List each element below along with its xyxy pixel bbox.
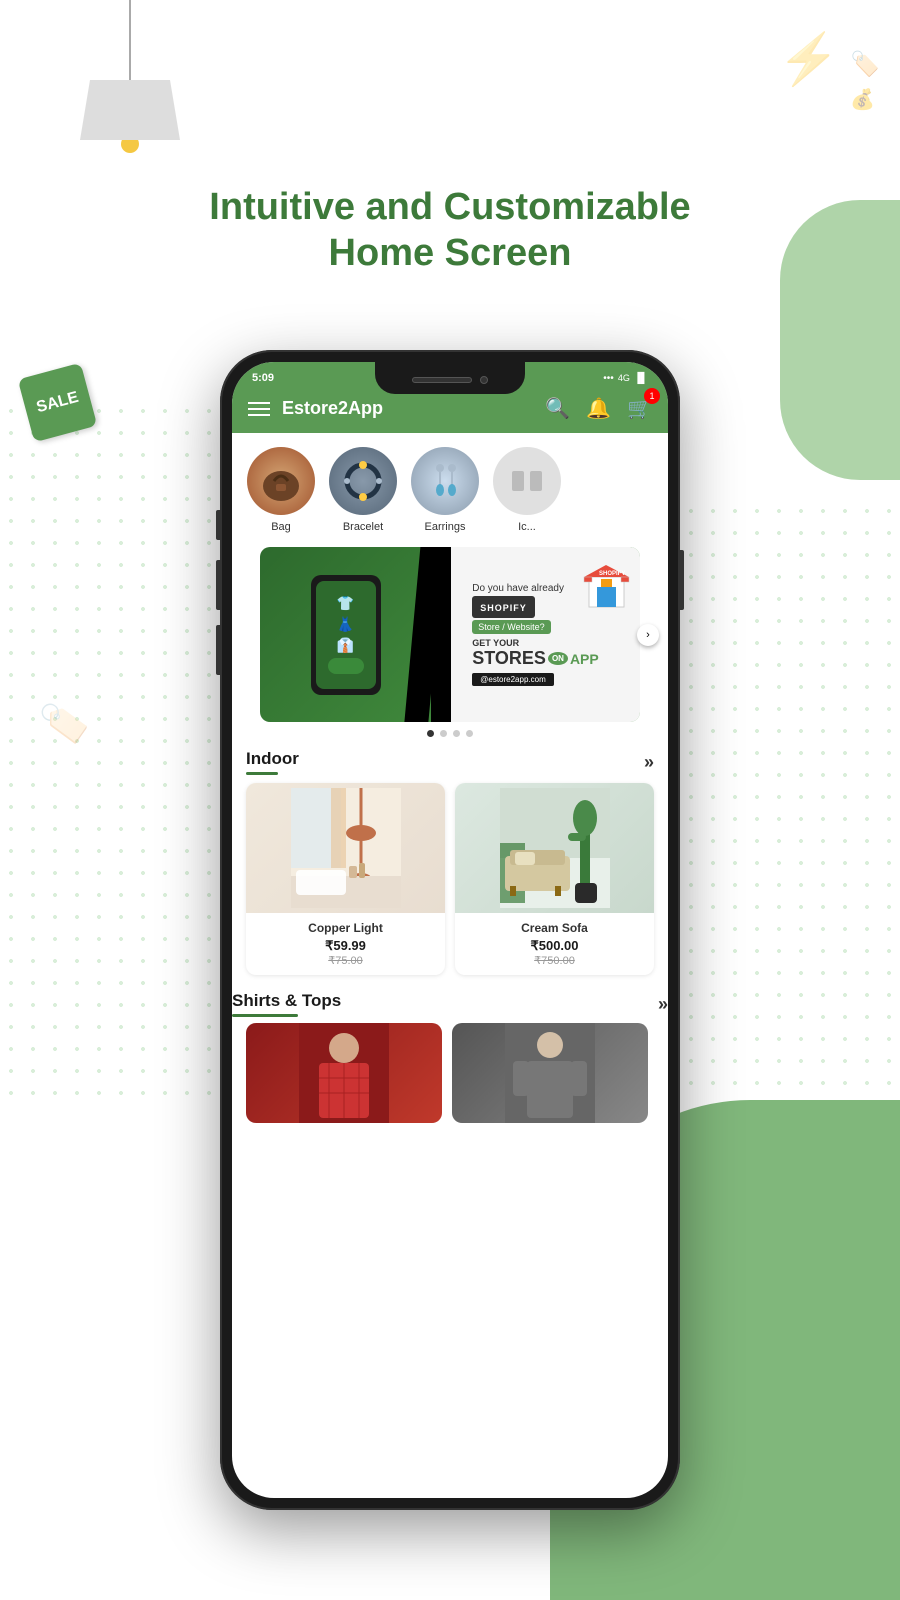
network-icon: 4G <box>618 373 630 383</box>
volume-up-button <box>216 560 220 610</box>
phone-content: Bag <box>232 433 668 1489</box>
indoor-products-grid: Copper Light ₹59.99 ₹75.00 <box>232 783 668 985</box>
promotional-banner[interactable]: 👕 👗 👔 <box>260 547 640 722</box>
banner-on-text: ON <box>548 652 568 665</box>
banner-dot-1[interactable] <box>427 730 434 737</box>
banner-dot-4[interactable] <box>466 730 473 737</box>
lightning-deco: ⚡ <box>778 30 840 89</box>
camera <box>480 376 488 384</box>
volume-down-button <box>216 625 220 675</box>
category-bag-label: Bag <box>271 521 291 533</box>
signal-icon: ••• <box>603 373 614 384</box>
shirts-products-row <box>232 1023 668 1123</box>
phone-screen: 5:09 ••• 4G ▐▌ Estor <box>232 362 668 1498</box>
page-heading: Intuitive and Customizable Home Screen <box>0 185 900 276</box>
shirts-section-header: Shirts & Tops » <box>232 985 668 1023</box>
heading-line1: Intuitive and Customizable <box>60 185 840 231</box>
copper-light-name: Copper Light <box>256 921 435 935</box>
mute-button <box>216 510 220 540</box>
dots-left-decoration <box>0 400 220 1100</box>
copper-light-info: Copper Light ₹59.99 ₹75.00 <box>246 913 445 975</box>
category-bracelet-label: Bracelet <box>343 521 383 533</box>
category-more-image <box>493 447 561 515</box>
notification-icon[interactable]: 🔔 <box>586 396 611 421</box>
copper-light-original-price: ₹75.00 <box>256 954 435 967</box>
category-more[interactable]: Ic... <box>492 447 562 533</box>
cream-sofa-image <box>455 783 654 913</box>
banner-do-you-text: Do you have already <box>472 583 564 594</box>
shirts-section-title: Shirts & Tops <box>232 991 341 1011</box>
banner-dot-3[interactable] <box>453 730 460 737</box>
shirt-product-2[interactable] <box>452 1023 648 1123</box>
banner-url-text: @estore2app.com <box>472 673 554 686</box>
status-icons: ••• 4G ▐▌ <box>603 373 648 384</box>
banner-stores-text: STORES <box>472 648 546 669</box>
shirts-title-container: Shirts & Tops <box>232 991 341 1017</box>
power-button <box>680 550 684 610</box>
cart-icon[interactable]: 🛒 1 <box>627 396 652 421</box>
indoor-more-button[interactable]: » <box>644 752 654 773</box>
cream-sofa-name: Cream Sofa <box>465 921 644 935</box>
battery-icon: ▐▌ <box>634 373 648 384</box>
cream-sofa-info: Cream Sofa ₹500.00 ₹750.00 <box>455 913 654 975</box>
deco-icons: 🏷️ 💰 <box>850 50 880 112</box>
category-bag[interactable]: Bag <box>246 447 316 533</box>
indoor-section-title: Indoor <box>246 749 299 769</box>
banner-wrapper: 👕 👗 👔 <box>246 547 654 722</box>
cream-sofa-original-price: ₹750.00 <box>465 954 644 967</box>
cream-sofa-price: ₹500.00 <box>465 938 644 954</box>
search-icon[interactable]: 🔍 <box>545 396 570 421</box>
shirts-underline <box>232 1014 298 1017</box>
copper-light-image <box>246 783 445 913</box>
svg-text:SHOPIFY: SHOPIFY <box>599 571 625 577</box>
banner-dot-2[interactable] <box>440 730 447 737</box>
category-earrings-label: Earrings <box>425 521 466 533</box>
cart-badge: 1 <box>644 388 660 404</box>
indoor-section-header: Indoor » <box>232 745 668 783</box>
dots-right-decoration <box>680 500 900 1100</box>
category-bracelet[interactable]: Bracelet <box>328 447 398 533</box>
app-title: Estore2App <box>282 398 383 419</box>
banner-indicators <box>232 722 668 745</box>
indoor-title-container: Indoor <box>246 749 299 775</box>
category-earrings[interactable]: Earrings <box>410 447 480 533</box>
shirt-product-1[interactable] <box>246 1023 442 1123</box>
phone-mockup: 5:09 ••• 4G ▐▌ Estor <box>220 350 680 1510</box>
banner-get-text: GET YOUR <box>472 638 519 648</box>
shirts-more-button[interactable]: » <box>658 994 668 1015</box>
product-cream-sofa[interactable]: Cream Sofa ₹500.00 ₹750.00 <box>455 783 654 975</box>
indoor-underline <box>246 772 278 775</box>
categories-row: Bag <box>232 433 668 547</box>
hamburger-menu[interactable] <box>248 402 270 416</box>
speaker <box>412 377 472 383</box>
background: SALE ⚡ 🏷️ 💰 🏷️ Intuitive and Customizabl… <box>0 0 900 1600</box>
copper-light-price: ₹59.99 <box>256 938 435 954</box>
header-icons: 🔍 🔔 🛒 1 <box>545 396 652 421</box>
banner-store-label: Store / Website? <box>472 620 550 634</box>
app-header: Estore2App 🔍 🔔 🛒 1 <box>232 388 668 433</box>
tag-deco-left: 🏷️ <box>36 696 93 751</box>
banner-app-text: APP <box>570 651 599 667</box>
category-more-label: Ic... <box>518 521 536 533</box>
category-earrings-image <box>411 447 479 515</box>
category-bracelet-image <box>329 447 397 515</box>
category-bag-image <box>247 447 315 515</box>
product-copper-light[interactable]: Copper Light ₹59.99 ₹75.00 <box>246 783 445 975</box>
banner-shopify-label: SHOPIFY <box>480 603 527 613</box>
heading-line2: Home Screen <box>60 231 840 277</box>
banner-next-button[interactable]: › <box>637 624 659 646</box>
header-left: Estore2App <box>248 398 383 419</box>
phone-outer-frame: 5:09 ••• 4G ▐▌ Estor <box>220 350 680 1510</box>
banner-left: 👕 👗 👔 <box>260 547 431 722</box>
phone-notch <box>375 362 525 394</box>
lamp-decoration <box>80 0 180 153</box>
status-time: 5:09 <box>252 372 274 384</box>
banner-right: Do you have already SHOPIFY Store / Webs… <box>431 547 640 722</box>
